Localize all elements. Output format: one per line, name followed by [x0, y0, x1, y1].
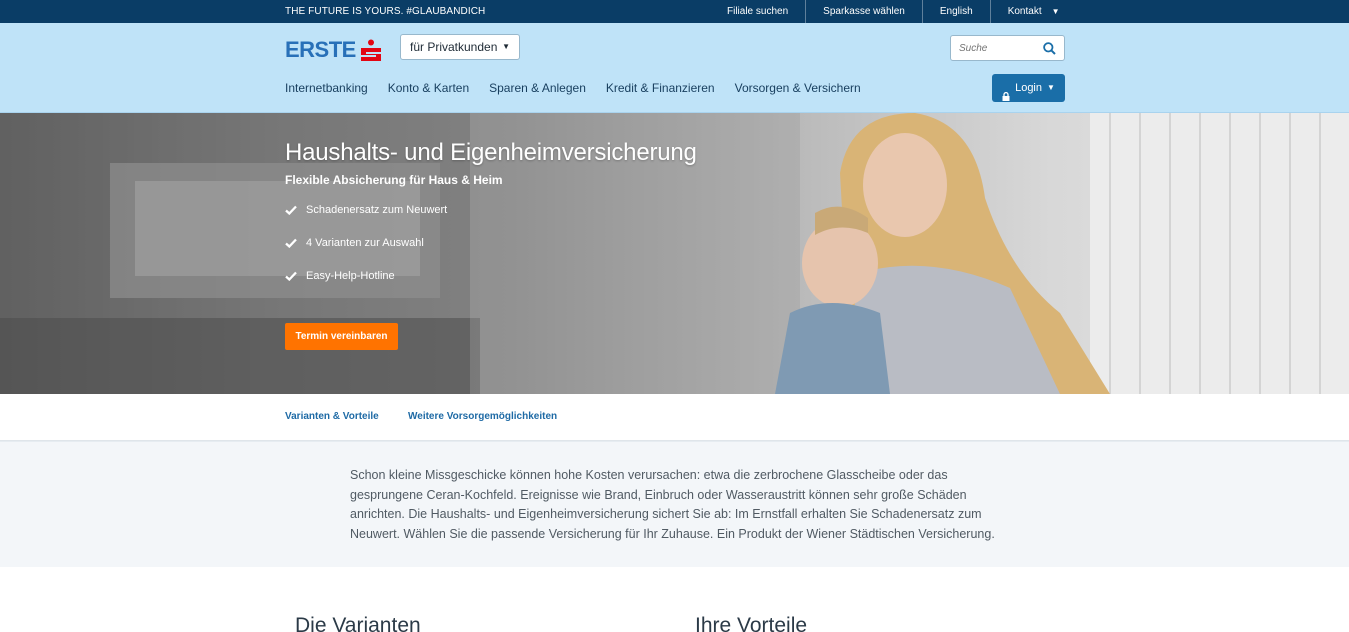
benefit-text: Schadenersatz zum Neuwert: [306, 204, 448, 216]
site-header: ERSTE für Privatkunden ▼ Internetbanking…: [0, 23, 1349, 113]
page-anchor-nav: Varianten & Vorteile Weitere Vorsorgemög…: [0, 394, 1349, 441]
checkmark-icon: [285, 205, 297, 215]
benefit-list: Schadenersatz zum Neuwert 4 Varianten zu…: [285, 204, 697, 303]
campaign-tagline: THE FUTURE IS YOURS. #GLAUBANDICH: [285, 6, 486, 17]
contact-label: Kontakt: [1007, 6, 1042, 17]
sparkasse-s-icon: [360, 39, 382, 61]
nav-credit-financing[interactable]: Kredit & Finanzieren: [606, 81, 715, 95]
checkmark-icon: [285, 271, 297, 281]
intro-section: Schon kleine Missgeschicke können hohe K…: [0, 441, 1349, 567]
benefit-item: 4 Varianten zur Auswahl: [285, 237, 697, 270]
nav-internetbanking[interactable]: Internetbanking: [285, 81, 368, 95]
benefit-item: Easy-Help-Hotline: [285, 270, 697, 303]
search-box: [950, 35, 1065, 61]
hero-subtitle: Flexible Absicherung für Haus & Heim: [285, 173, 503, 187]
nav-accounts-cards[interactable]: Konto & Karten: [388, 81, 469, 95]
customer-segment-dropdown[interactable]: für Privatkunden ▼: [400, 34, 520, 60]
branch-search-link[interactable]: Filiale suchen: [710, 0, 805, 23]
language-english-link[interactable]: English: [921, 0, 990, 23]
checkmark-icon: [285, 238, 297, 248]
search-input[interactable]: [959, 36, 1039, 60]
hero-banner: Haushalts- und Eigenheimversicherung Fle…: [0, 113, 1349, 394]
chevron-down-icon: ▼: [1047, 83, 1055, 92]
erste-logo[interactable]: ERSTE: [285, 37, 382, 62]
book-appointment-button[interactable]: Termin vereinbaren: [285, 323, 398, 350]
variants-heading: Die Varianten: [295, 614, 421, 632]
benefit-item: Schadenersatz zum Neuwert: [285, 204, 697, 237]
segment-label: für Privatkunden: [410, 40, 498, 54]
logo-wordmark: ERSTE: [285, 37, 356, 62]
select-savings-bank-link[interactable]: Sparkasse wählen: [805, 0, 922, 23]
benefits-heading: Ihre Vorteile: [695, 614, 808, 632]
hero-content: Haushalts- und Eigenheimversicherung Fle…: [285, 139, 697, 303]
nav-saving-investing[interactable]: Sparen & Anlegen: [489, 81, 586, 95]
service-links: Filiale suchen Sparkasse wählen English …: [710, 0, 1077, 23]
anchor-variants-benefits[interactable]: Varianten & Vorteile: [285, 411, 379, 422]
nav-pension-insurance[interactable]: Vorsorgen & Versichern: [735, 81, 861, 95]
page-title: Haushalts- und Eigenheimversicherung: [285, 139, 697, 166]
main-navigation: Internetbanking Konto & Karten Sparen & …: [285, 81, 881, 95]
content-sections: Die Varianten Ihre Vorteile: [0, 567, 1349, 632]
top-bar: THE FUTURE IS YOURS. #GLAUBANDICH Filial…: [0, 0, 1349, 23]
login-label: Login: [1015, 82, 1042, 94]
anchor-further-pension-options[interactable]: Weitere Vorsorgemöglichkeiten: [408, 411, 557, 422]
search-icon[interactable]: [1043, 42, 1056, 55]
contact-menu[interactable]: Kontakt ▼: [989, 0, 1077, 23]
chevron-down-icon: ▼: [1051, 7, 1060, 16]
benefit-text: Easy-Help-Hotline: [306, 270, 395, 282]
benefit-text: 4 Varianten zur Auswahl: [306, 237, 424, 249]
lock-icon: [1002, 84, 1010, 101]
chevron-down-icon: ▼: [502, 42, 510, 51]
intro-text: Schon kleine Missgeschicke können hohe K…: [350, 468, 995, 541]
login-button[interactable]: Login ▼: [992, 74, 1065, 102]
